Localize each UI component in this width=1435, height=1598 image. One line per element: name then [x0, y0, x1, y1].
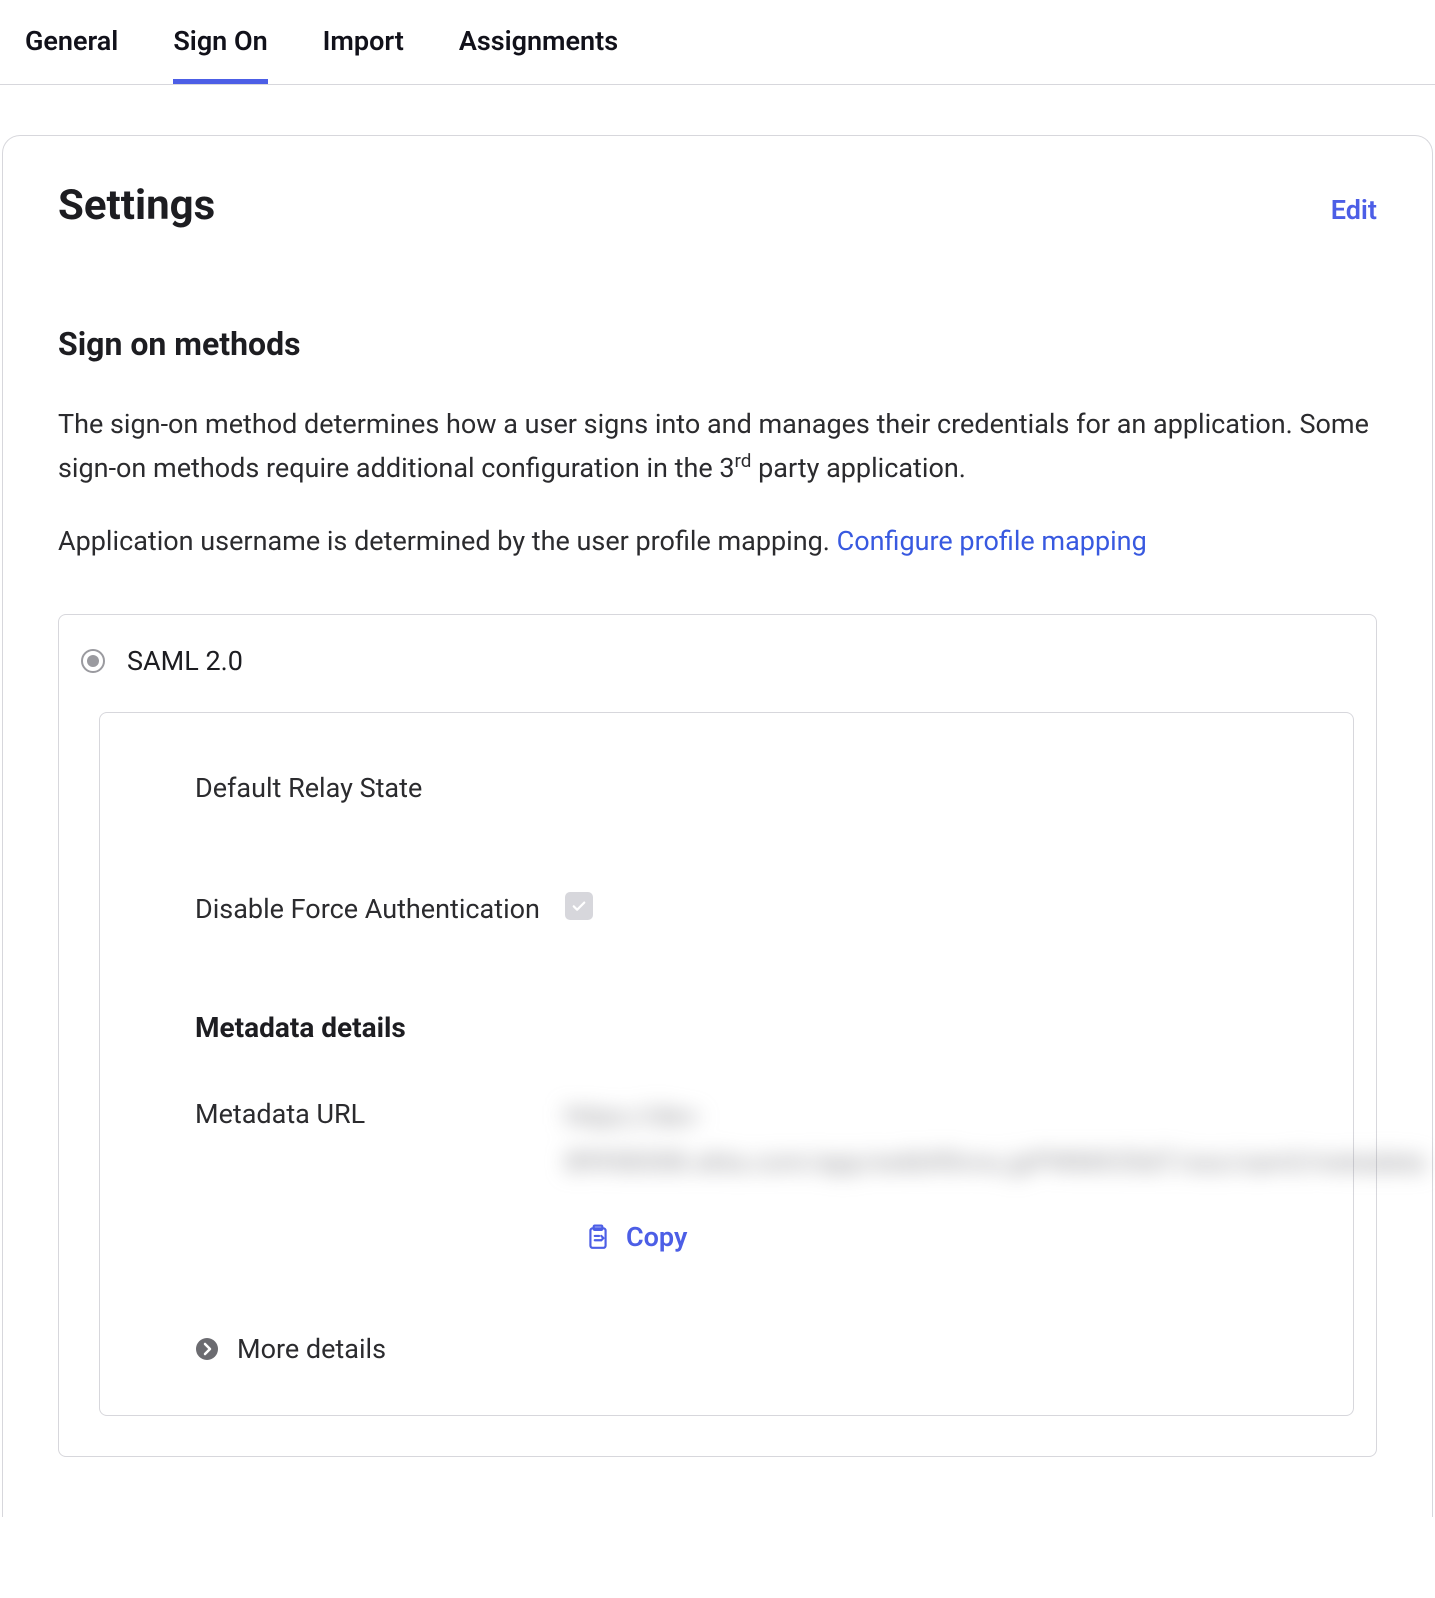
copy-metadata-url-button[interactable]: Copy: [585, 1221, 1425, 1253]
radio-selected-icon: [81, 649, 105, 673]
more-details-label: More details: [237, 1333, 386, 1365]
signon-desc-sup: rd: [735, 449, 752, 472]
signon-methods-heading: Sign on methods: [58, 325, 1377, 363]
more-details-toggle[interactable]: More details: [195, 1333, 1258, 1365]
metadata-details-heading: Metadata details: [195, 1011, 1258, 1044]
saml-radio-label: SAML 2.0: [127, 645, 243, 677]
profile-mapping-prefix: Application username is determined by th…: [58, 525, 837, 557]
copy-label: Copy: [626, 1221, 687, 1253]
signon-description: The sign-on method determines how a user…: [58, 403, 1377, 490]
tab-sign-on[interactable]: Sign On: [173, 0, 267, 84]
tab-general[interactable]: General: [25, 0, 118, 84]
saml-detail-box: Default Relay State Disable Force Authen…: [99, 712, 1354, 1416]
profile-mapping-text: Application username is determined by th…: [58, 520, 1377, 563]
saml-radio-row[interactable]: SAML 2.0: [81, 645, 1354, 677]
check-icon: [570, 897, 588, 915]
disable-force-auth-checkbox: [565, 892, 593, 920]
tab-assignments[interactable]: Assignments: [459, 0, 618, 84]
tab-import[interactable]: Import: [323, 0, 404, 84]
signon-desc-part2: party application.: [751, 452, 965, 484]
metadata-url-value-blurred: https://dev-89958308.okta.com/app/exkb90…: [565, 1094, 1425, 1186]
disable-force-auth-label: Disable Force Authentication: [195, 889, 565, 931]
edit-button[interactable]: Edit: [1331, 194, 1377, 226]
metadata-url-label: Metadata URL: [195, 1094, 565, 1136]
default-relay-state-label: Default Relay State: [195, 768, 565, 810]
chevron-right-circle-icon: [195, 1337, 219, 1361]
configure-profile-mapping-link[interactable]: Configure profile mapping: [837, 525, 1147, 557]
signon-desc-part1: The sign-on method determines how a user…: [58, 408, 1369, 484]
clipboard-icon: [585, 1224, 611, 1250]
tabbar: General Sign On Import Assignments: [0, 0, 1435, 85]
settings-panel: Settings Edit Sign on methods The sign-o…: [2, 135, 1433, 1517]
signon-method-box: SAML 2.0 Default Relay State Disable For…: [58, 614, 1377, 1457]
settings-title: Settings: [58, 181, 215, 230]
